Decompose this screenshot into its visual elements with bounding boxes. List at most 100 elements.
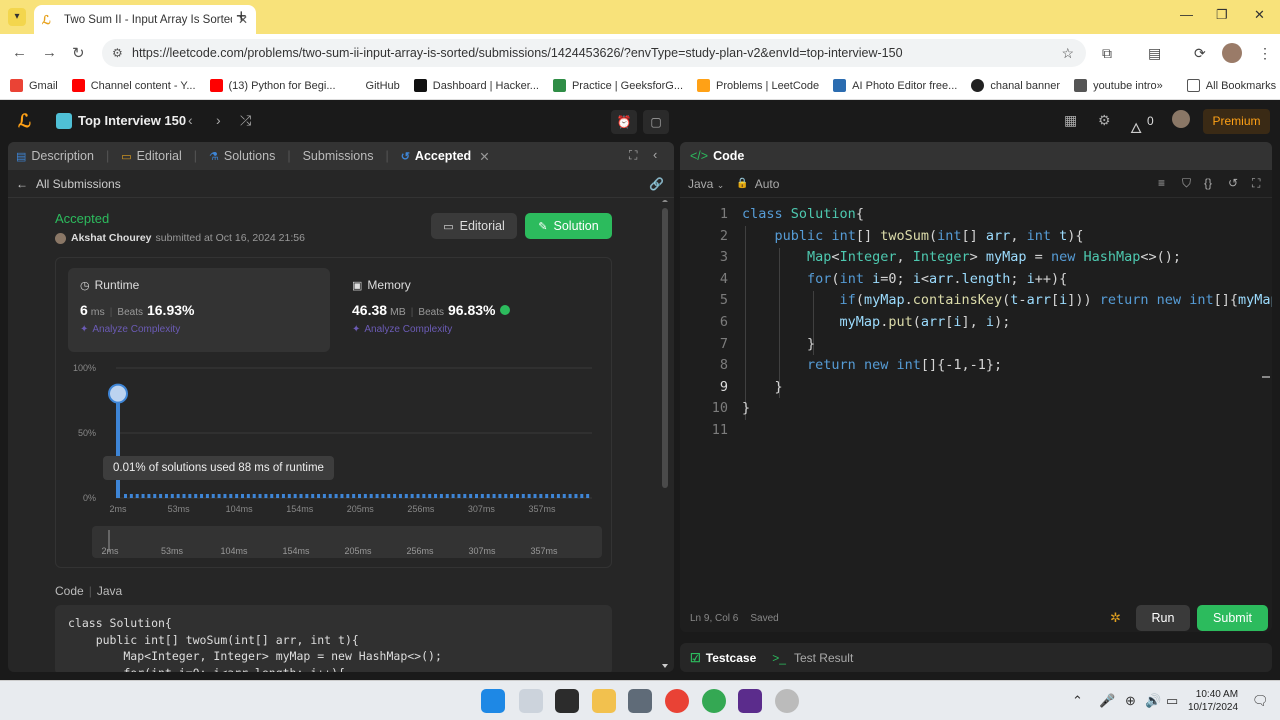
runtime-card[interactable]: ◷ Runtime 6 ms | Beats 16.93% ✦ Analyze Co… [68,268,330,352]
analyze-complexity-link[interactable]: ✦ Analyze Complexity [352,324,590,335]
bookmark-photo-editor[interactable]: AI Photo Editor free... [833,79,957,92]
timer-icon[interactable]: ⏰ [611,110,637,134]
network-icon[interactable]: ⊕ [1125,693,1136,709]
notes-icon[interactable]: ▢ [643,110,669,134]
leetcode-logo-icon[interactable]: ℒ [18,111,31,132]
study-plan-title[interactable]: Top Interview 150 [78,113,186,128]
left-scrollbar[interactable] [661,200,669,672]
editorial-button[interactable]: ▭ Editorial [431,213,517,239]
code-line: Map<Integer, Integer> myMap = new HashMa… [68,649,442,663]
histogram-bar [574,494,578,498]
solution-button[interactable]: ✎ Solution [525,213,612,239]
bookmark-youtube-intro[interactable]: youtube intro [1074,79,1157,92]
streak-fire-icon[interactable]: 🜂 [1130,112,1142,141]
bookmarks-bar: Gmail Channel content - Y... (13) Python… [0,72,1280,100]
reset-icon[interactable]: ↺ [1228,176,1238,190]
browser-tab-strip: ▾ ℒ Two Sum II - Input Array Is Sorted ✕… [0,0,1280,34]
bookmark-star-icon[interactable]: ☆ [1061,45,1074,62]
minimize-icon[interactable]: — [1180,7,1193,22]
tab-test-result[interactable]: Test Result [794,651,853,665]
bookmark-python[interactable]: (13) Python for Begi... [209,79,336,92]
bookmark-leetcode[interactable]: Problems | LeetCode [697,79,819,92]
browser-tab[interactable]: ℒ Two Sum II - Input Array Is Sorted ✕ [34,5,256,34]
run-button[interactable]: Run [1136,605,1190,631]
prev-problem-icon[interactable]: ‹ [188,112,193,128]
menu-icon[interactable]: ⋮ [1258,45,1272,62]
code-editor-panel: </> Code Java ⌄ 🔒 Auto ≡ ⛉ {} ↺ ⛶ 1234567… [680,142,1272,632]
leetcode-favicon-icon: ℒ [42,12,51,27]
file-explorer-icon[interactable] [592,689,616,713]
notifications-icon[interactable]: 🗨 [1252,693,1269,709]
intellij-icon[interactable] [738,689,762,713]
histogram-bar [562,494,566,498]
histogram-bar [217,494,221,498]
settings-gear-icon[interactable]: ⚙ [1098,112,1111,129]
back-icon[interactable]: ← [12,44,27,61]
profile-avatar[interactable] [1222,43,1242,63]
fullscreen-icon[interactable]: ⛶ [1252,176,1260,191]
tab-search-button[interactable]: ▾ [8,8,26,26]
restore-icon[interactable]: ❐ [1216,7,1228,23]
shuffle-icon[interactable]: ⤮ [240,112,251,129]
tray-chevron-icon[interactable]: ⌃ [1072,693,1083,709]
volume-icon[interactable]: 🔊 [1145,693,1161,709]
tab-testcase[interactable]: ☑ Testcase [690,651,756,665]
submit-button[interactable]: Submit [1197,605,1268,631]
bookmark-geeksforgeeks[interactable]: Practice | GeeksforG... [552,79,683,92]
user-avatar[interactable] [1172,110,1190,128]
battery-icon[interactable]: ▭ [1166,693,1178,709]
task-view-icon[interactable] [519,689,543,713]
submitter-name[interactable]: Akshat Chourey [71,232,152,244]
format-icon[interactable]: ≡ [1158,176,1165,190]
tab-solutions[interactable]: ⚗ Solutions [209,149,275,163]
close-window-icon[interactable]: ✕ [1254,7,1265,23]
collapse-chevron-icon[interactable]: ‹ [653,147,657,162]
analyze-complexity-link[interactable]: ✦ Analyze Complexity [80,324,318,335]
all-submissions-link[interactable]: ← All Submissions 🔗 [8,170,674,198]
terminal-app-icon[interactable] [555,689,579,713]
clock-date: 10/17/2024 [1188,702,1239,713]
site-info-icon[interactable]: ⚙ [112,46,123,60]
url-bar[interactable]: ⚙ https://leetcode.com/problems/two-sum-… [102,39,1086,67]
new-tab-button[interactable]: + [236,6,247,27]
bookmark-chanal-banner[interactable]: chanal banner [971,79,1060,92]
bookmark-channel-content[interactable]: Channel content - Y... [71,79,196,92]
bookmark-gmail[interactable]: Gmail [10,79,58,92]
sync-icon[interactable]: ⟳ [1194,45,1206,62]
recorder-icon[interactable] [775,689,799,713]
start-icon[interactable] [481,689,505,713]
braces-icon[interactable]: {} [1204,176,1212,190]
all-bookmarks[interactable]: » All Bookmarks [1157,79,1276,92]
reading-list-icon[interactable]: ▤ [1148,45,1161,62]
bookmark-github[interactable]: GitHub [366,80,400,92]
bookmark-hackerrank[interactable]: Dashboard | Hacker... [413,79,539,92]
chrome-icon[interactable] [665,689,689,713]
chrome-profile-icon[interactable] [702,689,726,713]
more-bookmarks-icon[interactable]: » [1157,80,1163,92]
microphone-icon[interactable]: 🎤 [1099,693,1115,709]
extensions-icon[interactable]: ⧉ [1102,45,1112,62]
histogram-bar [568,494,572,498]
tab-accepted[interactable]: ↺ Accepted ✕ [401,149,490,164]
tab-submissions[interactable]: Submissions [303,149,374,163]
debug-icon[interactable]: ✲ [1110,610,1121,626]
bookmark-icon[interactable]: ⛉ [1182,176,1191,191]
premium-button[interactable]: Premium [1203,109,1270,134]
tab-editorial[interactable]: ▭ Editorial [121,149,182,163]
histogram-bar [147,494,151,498]
reload-icon[interactable]: ↻ [72,44,85,62]
system-clock[interactable]: 10:40 AM 10/17/2024 [1188,688,1238,714]
submitted-code: class Solution{ public int[] twoSum(int[… [55,605,612,672]
close-tab-icon[interactable]: ✕ [479,149,489,164]
share-link-icon[interactable]: 🔗 [649,177,664,191]
calculator-icon[interactable] [628,689,652,713]
language-select[interactable]: Java ⌄ [688,177,724,191]
code-editor[interactable]: 1 2 3 4 5 6 7 8 9 10 11 class Solution{ public int… [680,204,1272,444]
next-problem-icon[interactable]: › [216,112,221,128]
tab-description[interactable]: ▤ Description [16,149,94,163]
memory-card[interactable]: ▣ Memory 46.38 MB | Beats 96.83% ✦ Analyze… [340,268,602,352]
auto-mode[interactable]: Auto [755,177,780,191]
expand-icon[interactable]: ⛶ [629,148,637,163]
forward-icon[interactable]: → [42,44,57,61]
layout-icon[interactable]: ▦ [1064,112,1077,129]
